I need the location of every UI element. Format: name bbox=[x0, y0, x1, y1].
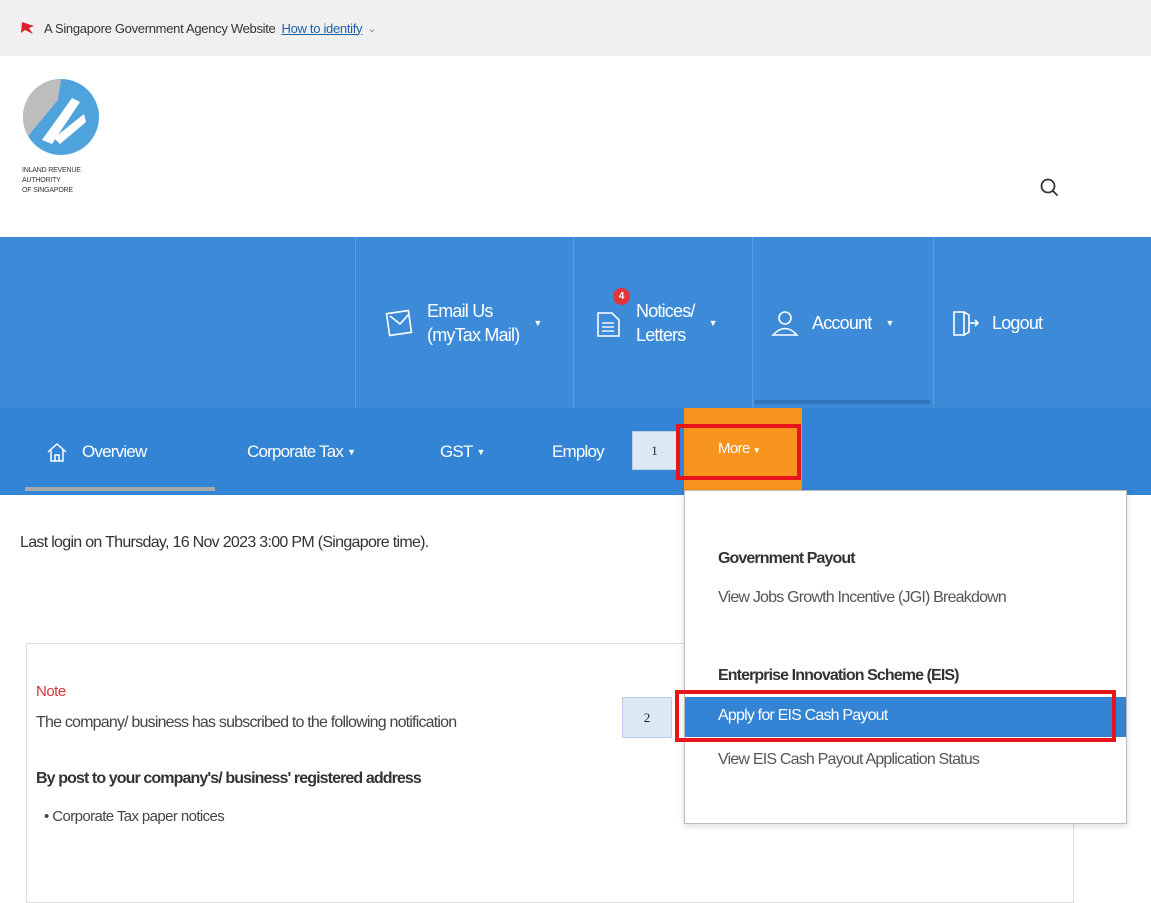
account-button[interactable]: Account ▼ bbox=[770, 237, 894, 408]
caret-down-icon: ▼ bbox=[708, 317, 718, 328]
logo-caption: INLAND REVENUE AUTHORITY OF SINGAPORE bbox=[22, 167, 81, 194]
account-active-indicator bbox=[755, 400, 930, 404]
notices-letters-label: Notices/ Letters bbox=[636, 300, 695, 345]
dropdown-heading-gov-payout: Government Payout bbox=[718, 550, 856, 567]
home-icon bbox=[47, 442, 67, 462]
nav-overview[interactable]: Overview bbox=[46, 408, 147, 495]
notification-badge: 4 bbox=[613, 288, 630, 305]
last-login-text: Last login on Thursday, 16 Nov 2023 3:00… bbox=[20, 534, 429, 551]
logout-label: Logout bbox=[992, 312, 1043, 333]
note-bullet-item: • Corporate Tax paper notices bbox=[44, 808, 225, 825]
user-icon bbox=[771, 310, 799, 336]
mail-icon bbox=[385, 309, 413, 336]
overview-active-indicator bbox=[25, 487, 215, 491]
logout-button[interactable]: Logout bbox=[950, 237, 1043, 408]
more-dropdown-menu bbox=[684, 490, 1127, 824]
email-us-label: Email Us (myTax Mail) bbox=[427, 300, 520, 345]
document-icon bbox=[597, 311, 620, 337]
gov-masthead: A Singapore Government Agency Website Ho… bbox=[0, 0, 1151, 56]
notices-letters-button[interactable]: Notices/ Letters ▼ bbox=[594, 237, 718, 408]
divider bbox=[355, 237, 356, 408]
singapore-lion-icon bbox=[21, 22, 34, 34]
dropdown-heading-eis: Enterprise Innovation Scheme (EIS) bbox=[718, 667, 959, 684]
highlight-box-more bbox=[676, 424, 801, 480]
nav-gst[interactable]: GST ▼ bbox=[440, 408, 485, 495]
caret-down-icon: ▼ bbox=[885, 317, 894, 328]
masthead-text: A Singapore Government Agency Website bbox=[44, 20, 276, 36]
nav-corporate-tax[interactable]: Corporate Tax ▼ bbox=[247, 408, 356, 495]
site-header: INLAND REVENUE AUTHORITY OF SINGAPORE bbox=[0, 56, 1151, 237]
highlight-box-apply bbox=[675, 690, 1116, 742]
step-marker-1: 1 bbox=[632, 431, 677, 470]
divider bbox=[933, 237, 934, 408]
divider bbox=[752, 237, 753, 408]
dropdown-item-jgi-breakdown[interactable]: View Jobs Growth Incentive (JGI) Breakdo… bbox=[718, 589, 1007, 607]
note-subheading: By post to your company's/ business' reg… bbox=[36, 770, 422, 787]
caret-down-icon: ▼ bbox=[476, 446, 486, 457]
chevron-down-icon[interactable]: ⌄ bbox=[367, 22, 376, 35]
dropdown-item-eis-status[interactable]: View EIS Cash Payout Application Status bbox=[718, 751, 980, 769]
note-text: The company/ business has subscribed to … bbox=[36, 714, 457, 731]
iras-logo-icon[interactable] bbox=[22, 78, 100, 156]
divider bbox=[573, 237, 574, 408]
caret-down-icon: ▼ bbox=[533, 317, 542, 328]
search-icon[interactable] bbox=[1038, 176, 1060, 198]
step-marker-2: 2 bbox=[622, 697, 672, 738]
email-us-button[interactable]: Email Us (myTax Mail) ▼ bbox=[385, 237, 542, 408]
note-title: Note bbox=[36, 683, 66, 700]
account-label: Account bbox=[812, 312, 872, 333]
logout-icon bbox=[953, 310, 980, 336]
how-to-identify-link[interactable]: How to identify bbox=[281, 21, 362, 36]
caret-down-icon: ▼ bbox=[347, 446, 356, 457]
nav-employer[interactable]: Employ bbox=[552, 408, 605, 495]
nav-overview-label: Overview bbox=[82, 441, 147, 461]
